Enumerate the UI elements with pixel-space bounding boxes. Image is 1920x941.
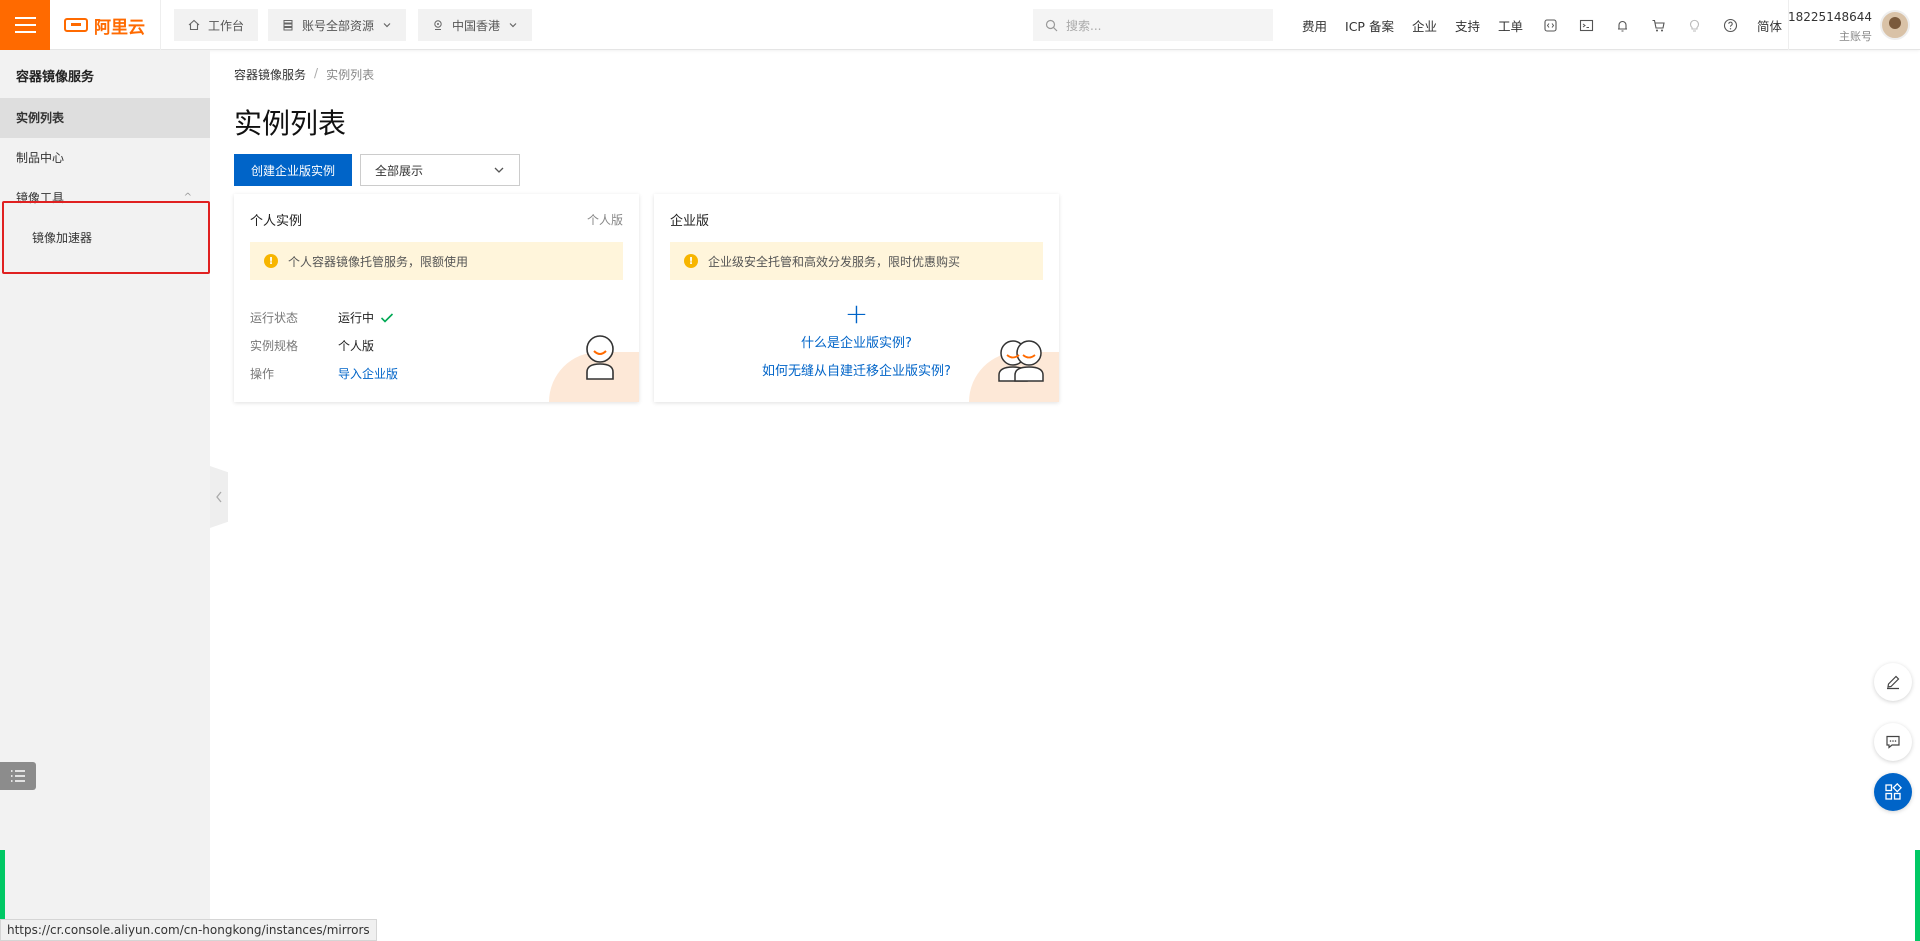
warning-icon: ! <box>264 254 278 268</box>
screen-edge-indicator <box>1915 850 1920 941</box>
import-enterprise-link[interactable]: 导入企业版 <box>338 365 398 382</box>
user-phone: 18225148644 <box>1788 10 1872 24</box>
workbench-label: 工作台 <box>208 18 245 33</box>
sidebar-item-instance-list[interactable]: 实例列表 <box>0 98 210 138</box>
row-key: 实例规格 <box>250 339 299 353</box>
status-row: 运行状态 运行中 <box>250 309 394 326</box>
nav-link-support[interactable]: 支持 <box>1446 16 1489 35</box>
personal-instance-card[interactable]: 个人实例 个人版 ! 个人容器镜像托管服务，限额使用 运行状态 运行中 实例规格… <box>234 194 639 402</box>
row-key: 运行状态 <box>250 311 299 325</box>
highlight-box <box>2 201 210 274</box>
notice-banner: ! 个人容器镜像托管服务，限额使用 <box>250 242 623 280</box>
home-icon <box>188 19 200 31</box>
stack-icon <box>283 20 293 31</box>
status-text: 运行中 <box>338 311 375 325</box>
page-title: 实例列表 <box>234 107 347 140</box>
user-role: 主账号 <box>1839 30 1872 43</box>
divider <box>160 0 161 50</box>
sidebar-title: 容器镜像服务 <box>16 70 95 85</box>
breadcrumb-separator: / <box>314 66 319 80</box>
nav-link-ticket[interactable]: 工单 <box>1489 16 1532 35</box>
card-title: 个人实例 <box>250 214 303 229</box>
card-title: 企业版 <box>670 214 710 229</box>
card-tag: 个人版 <box>586 213 623 227</box>
cart-icon[interactable] <box>1640 0 1676 50</box>
enterprise-card[interactable]: 企业版 ! 企业级安全托管和高效分发服务，限时优惠购买 + 什么是企业版实例? … <box>654 194 1059 402</box>
chevron-left-icon <box>216 491 222 503</box>
user-menu[interactable]: 18225148644 主账号 <box>1788 0 1920 50</box>
workbench-button[interactable]: 工作台 <box>174 9 259 41</box>
notice-banner: ! 企业级安全托管和高效分发服务，限时优惠购买 <box>670 242 1043 280</box>
create-enterprise-instance-button[interactable]: 创建企业版实例 <box>234 154 352 186</box>
sidebar-collapse-handle[interactable] <box>210 466 228 528</box>
list-toggle-button[interactable] <box>0 762 36 790</box>
chat-icon <box>1886 735 1900 749</box>
notice-text: 企业级安全托管和高效分发服务，限时优惠购买 <box>708 254 961 269</box>
apps-button[interactable] <box>1874 773 1912 811</box>
top-bar: 阿里云 工作台 账号全部资源 中国香港 搜索... 费用 ICP 备案 企业 支… <box>0 0 1920 50</box>
region-label: 中国香港 <box>452 18 501 33</box>
what-is-enterprise-link[interactable]: 什么是企业版实例? <box>801 336 912 351</box>
spec-row: 实例规格 个人版 <box>250 337 374 354</box>
breadcrumb-current: 实例列表 <box>326 68 375 82</box>
location-icon <box>434 20 442 30</box>
row-value: 运行中 <box>338 309 394 326</box>
breadcrumb-link[interactable]: 容器镜像服务 <box>234 66 306 83</box>
language-switch[interactable]: 简体 <box>1748 16 1791 35</box>
feedback-edit-button[interactable] <box>1874 663 1912 701</box>
filter-value: 全部展示 <box>375 163 424 178</box>
chat-button[interactable] <box>1874 723 1912 761</box>
lightbulb-icon[interactable] <box>1676 0 1712 50</box>
migration-guide-link[interactable]: 如何无缝从自建迁移企业版实例? <box>762 364 951 379</box>
search-placeholder: 搜索... <box>1066 18 1102 33</box>
chevron-down-icon <box>383 23 391 28</box>
status-url: https://cr.console.aliyun.com/cn-hongkon… <box>0 919 377 941</box>
search-icon <box>1045 19 1058 31</box>
row-value: 个人版 <box>338 339 375 353</box>
aliyun-logo-icon <box>64 18 88 32</box>
global-search-input[interactable]: 搜索... <box>1033 9 1273 41</box>
code-icon[interactable] <box>1532 0 1568 50</box>
resources-label: 账号全部资源 <box>302 18 375 33</box>
chevron-down-icon <box>509 23 517 28</box>
warning-icon: ! <box>684 254 698 268</box>
notice-text: 个人容器镜像托管服务，限额使用 <box>288 254 469 269</box>
bell-icon[interactable] <box>1604 0 1640 50</box>
check-icon <box>380 312 394 323</box>
resources-dropdown[interactable]: 账号全部资源 <box>268 9 407 41</box>
brand-name: 阿里云 <box>94 17 145 38</box>
grid-icon <box>1885 783 1902 800</box>
group-illustration-icon <box>998 340 1044 382</box>
display-filter-select[interactable]: 全部展示 <box>360 154 520 186</box>
chevron-down-icon <box>494 167 504 173</box>
avatar[interactable] <box>1880 10 1910 40</box>
brand-logo[interactable]: 阿里云 <box>64 13 145 38</box>
nav-link-fees[interactable]: 费用 <box>1293 16 1336 35</box>
row-key: 操作 <box>250 367 275 381</box>
nav-link-enterprise[interactable]: 企业 <box>1403 16 1446 35</box>
region-dropdown[interactable]: 中国香港 <box>418 9 533 41</box>
terminal-icon[interactable] <box>1568 0 1604 50</box>
breadcrumb: 容器镜像服务 / 实例列表 <box>234 66 374 83</box>
sidebar: 容器镜像服务 实例列表 制品中心 镜像工具 ^ 镜像加速器 <box>0 50 210 941</box>
sidebar-item-artifact-center[interactable]: 制品中心 <box>0 138 210 178</box>
help-icon[interactable] <box>1712 0 1748 50</box>
person-illustration-icon <box>586 335 614 380</box>
action-row: 操作 导入企业版 <box>250 365 398 382</box>
list-icon <box>11 770 25 782</box>
menu-icon[interactable] <box>0 0 50 50</box>
pencil-icon <box>1887 675 1900 690</box>
top-nav-links: 费用 ICP 备案 企业 支持 工单 简体 <box>1293 0 1791 50</box>
plus-icon[interactable]: + <box>654 300 1059 328</box>
nav-link-icp[interactable]: ICP 备案 <box>1336 16 1403 35</box>
